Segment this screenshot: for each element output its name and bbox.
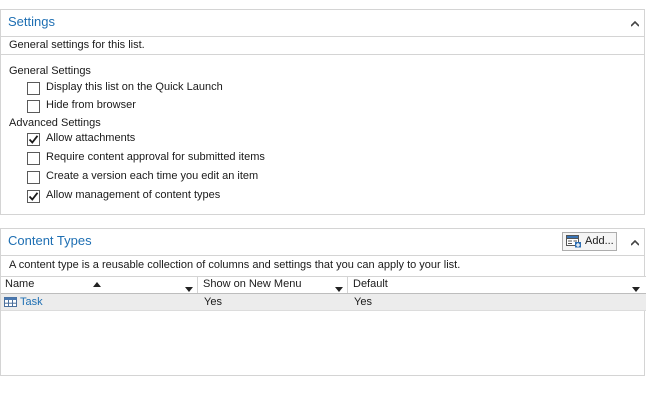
- checkmark-icon: [28, 192, 39, 201]
- content-type-table-icon: [4, 297, 17, 310]
- content-types-management-label: Allow management of content types: [46, 189, 221, 201]
- table-row[interactable]: Task Yes Yes: [1, 294, 646, 311]
- column-header-name[interactable]: Name: [1, 277, 198, 293]
- content-types-header: Content Types Add...: [1, 229, 644, 253]
- settings-description: General settings for this list.: [1, 36, 644, 55]
- general-settings-heading: General Settings: [9, 65, 91, 77]
- content-approval-label: Require content approval for submitted i…: [46, 151, 265, 163]
- versioning-checkbox[interactable]: [27, 171, 40, 184]
- hide-from-browser-label: Hide from browser: [46, 99, 136, 111]
- settings-panel: Settings General settings for this list.…: [0, 9, 645, 215]
- settings-title: Settings: [8, 14, 55, 29]
- content-types-management-checkbox[interactable]: [27, 190, 40, 203]
- grid-header: Name Show on New Menu Default: [1, 276, 646, 294]
- content-types-panel: Content Types Add... A content type is a…: [0, 228, 646, 376]
- show-on-new-menu-value: Yes: [204, 296, 222, 308]
- checkmark-icon: [28, 135, 39, 144]
- quick-launch-checkbox[interactable]: [27, 82, 40, 95]
- add-content-type-button[interactable]: Add...: [562, 232, 617, 251]
- column-header-default[interactable]: Default: [349, 277, 646, 293]
- content-types-title: Content Types: [8, 233, 92, 248]
- settings-header: Settings: [1, 10, 644, 34]
- add-button-label: Add...: [585, 235, 614, 247]
- column-header-show-on-new-menu[interactable]: Show on New Menu: [199, 277, 348, 293]
- add-content-type-icon: [566, 235, 582, 251]
- allow-attachments-label: Allow attachments: [46, 132, 136, 144]
- content-types-description: A content type is a reusable collection …: [1, 255, 644, 275]
- content-type-name-link[interactable]: Task: [20, 294, 43, 310]
- chevron-up-icon[interactable]: [630, 18, 640, 27]
- versioning-label: Create a version each time you edit an i…: [46, 170, 259, 182]
- chevron-up-icon[interactable]: [630, 237, 640, 246]
- allow-attachments-checkbox[interactable]: [27, 133, 40, 146]
- content-approval-checkbox[interactable]: [27, 152, 40, 165]
- sort-ascending-icon: [93, 277, 101, 292]
- quick-launch-label: Display this list on the Quick Launch: [46, 81, 223, 93]
- content-types-grid: Name Show on New Menu Default Task Yes Y…: [1, 276, 646, 311]
- hide-from-browser-checkbox[interactable]: [27, 100, 40, 113]
- default-value: Yes: [354, 296, 372, 308]
- advanced-settings-heading: Advanced Settings: [9, 117, 101, 129]
